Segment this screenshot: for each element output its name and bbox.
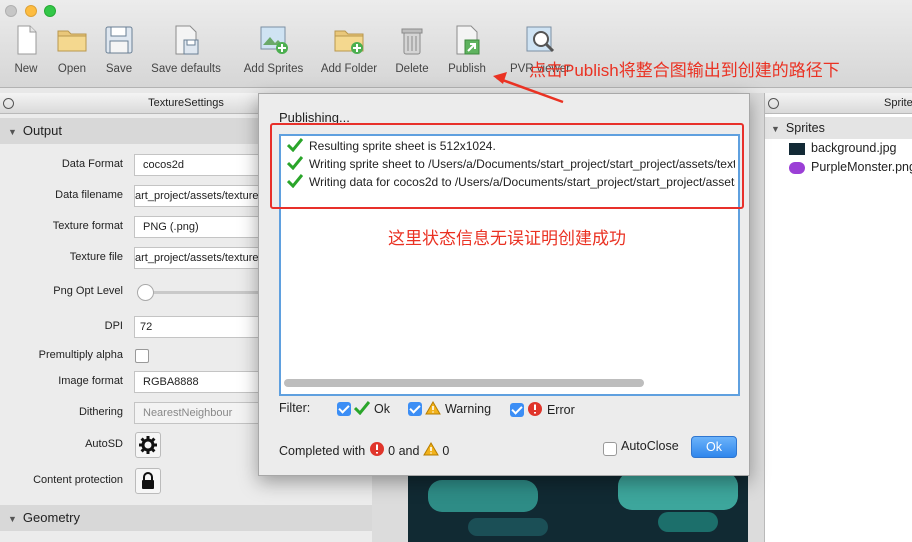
panel-title: TextureSettings — [148, 97, 224, 109]
check-icon — [354, 401, 371, 416]
autosd-label: AutoSD — [85, 438, 123, 450]
autosd-button[interactable] — [135, 432, 161, 458]
window-close-button[interactable] — [5, 5, 17, 17]
premultiply-alpha-label: Premultiply alpha — [38, 349, 123, 361]
disclosure-triangle-icon: ▼ — [771, 124, 780, 134]
filter-error-toggle[interactable]: Error — [510, 401, 575, 417]
trash-icon — [401, 28, 423, 55]
completion-summary: Completed with 0 and 0 — [279, 441, 449, 458]
filter-warning-toggle[interactable]: Warning — [408, 401, 491, 416]
data-format-label: Data Format — [61, 158, 123, 170]
status-annotation: 这里状态信息无误证明创建成功 — [388, 229, 626, 248]
disclosure-triangle-icon: ▼ — [8, 127, 17, 137]
dithering-label: Dithering — [78, 406, 123, 418]
panel-title: Sprite — [884, 97, 912, 109]
png-opt-level-label: Png Opt Level — [53, 285, 123, 297]
error-icon — [369, 442, 384, 456]
annotation-highlight-box — [270, 123, 744, 209]
autoclose-checkbox[interactable] — [603, 442, 617, 456]
save-defaults-icon — [175, 25, 199, 55]
publish-annotation: 点击Publish将整合图输出到创建的路径下 — [529, 61, 840, 80]
checkbox-checked-icon — [510, 403, 524, 417]
publish-button[interactable]: Publish — [445, 22, 489, 82]
save-defaults-button[interactable]: Save defaults — [148, 22, 224, 82]
premultiply-alpha-checkbox[interactable] — [135, 349, 149, 363]
error-icon — [528, 402, 543, 416]
dpi-label: DPI — [104, 320, 123, 332]
texture-format-label: Texture format — [52, 220, 123, 232]
disclosure-triangle-icon: ▼ — [8, 514, 17, 524]
filter-label: Filter: — [279, 401, 311, 415]
sprite-list-item[interactable]: background.jpg — [789, 141, 896, 155]
data-filename-label: Data filename — [55, 189, 123, 201]
new-document-icon — [17, 25, 37, 55]
panel-pin-icon[interactable] — [768, 98, 779, 109]
add-sprites-button[interactable]: Add Sprites — [242, 22, 305, 82]
image-format-label: Image format — [58, 375, 123, 387]
add-folder-icon — [334, 30, 364, 54]
monster-thumbnail-icon — [789, 161, 805, 174]
content-protection-label: Content protection — [33, 474, 123, 486]
annotation-arrow-icon — [493, 72, 564, 104]
texture-file-label: Texture file — [69, 251, 123, 263]
floppy-disk-icon — [105, 26, 133, 54]
sprite-list-item[interactable]: PurpleMonster.png — [789, 160, 912, 174]
pvr-viewer-icon — [526, 26, 555, 53]
horizontal-scrollbar[interactable] — [284, 379, 644, 387]
add-sprites-icon — [260, 26, 288, 54]
delete-button[interactable]: Delete — [391, 22, 433, 82]
ok-button[interactable]: Ok — [691, 436, 737, 458]
publish-icon — [456, 25, 480, 55]
warning-icon — [423, 442, 439, 456]
checkbox-checked-icon — [408, 402, 422, 416]
geometry-section-header[interactable]: ▼ Geometry — [0, 505, 372, 531]
panel-pin-icon[interactable] — [3, 98, 14, 109]
sprites-panel: Sprite ▼ Sprites background.jpg PurpleMon… — [764, 93, 912, 542]
image-thumbnail-icon — [789, 142, 805, 155]
lock-icon — [142, 472, 154, 489]
save-button[interactable]: Save — [97, 22, 141, 82]
warning-icon — [425, 401, 442, 415]
window-zoom-button[interactable] — [44, 5, 56, 17]
add-folder-button[interactable]: Add Folder — [318, 22, 380, 82]
autoclose-label: AutoClose — [621, 439, 679, 453]
content-protection-button[interactable] — [135, 468, 161, 494]
folder-icon — [57, 30, 87, 52]
checkbox-checked-icon — [337, 402, 351, 416]
sprites-panel-header: Sprite — [765, 93, 912, 114]
warning-count: 0 — [442, 444, 450, 458]
png-opt-level-slider[interactable] — [137, 284, 154, 301]
sprite-sheet-preview[interactable] — [408, 472, 748, 542]
new-button[interactable]: New — [4, 22, 48, 82]
sprites-section-header[interactable]: ▼ Sprites — [765, 117, 912, 139]
filter-ok-toggle[interactable]: Ok — [337, 401, 390, 416]
window-minimize-button[interactable] — [25, 5, 37, 17]
gear-icon — [139, 436, 157, 454]
open-button[interactable]: Open — [50, 22, 94, 82]
error-count: 0 — [388, 444, 396, 458]
